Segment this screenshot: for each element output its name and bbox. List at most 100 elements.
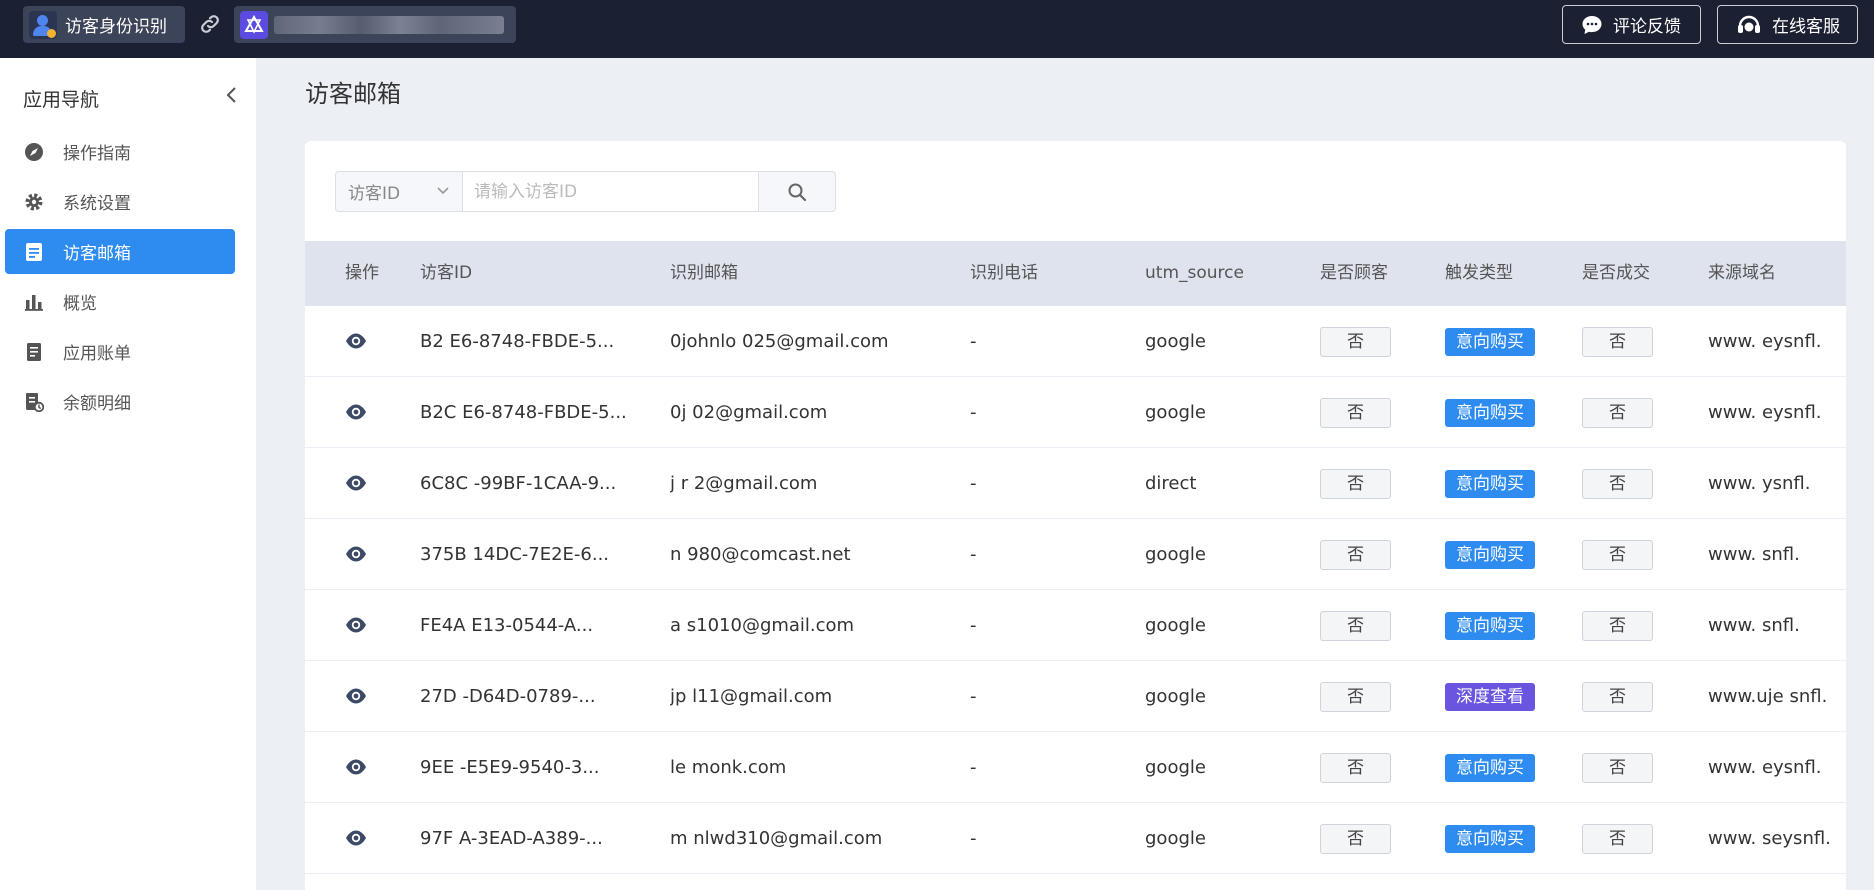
customer-badge: 否 <box>1320 753 1391 783</box>
customer-badge: 否 <box>1320 469 1391 499</box>
trigger-type-badge: 意向购买 <box>1445 541 1535 569</box>
comment-icon <box>1582 15 1602 34</box>
eye-icon[interactable] <box>345 758 367 776</box>
document-icon <box>23 241 45 263</box>
eye-icon[interactable] <box>345 616 367 634</box>
visitor-id-cell: FE4A E13-0544-A... <box>420 615 594 636</box>
visitor-id-cell: B2C E6-8748-FBDE-5... <box>420 402 627 423</box>
customer-badge: 否 <box>1320 682 1391 712</box>
sidebar: 应用导航 操作指南 系统设置 访客邮箱 概览 应用账单 余额明细 <box>0 58 256 890</box>
email-cell: n 980@comcast.net <box>670 544 851 565</box>
eye-icon[interactable] <box>345 687 367 705</box>
email-cell: 0j 02@gmail.com <box>670 402 828 423</box>
phone-cell: - <box>970 686 977 707</box>
column-header: 操作 <box>345 263 379 283</box>
chevron-down-icon <box>437 187 449 195</box>
sidebar-item-guide[interactable]: 操作指南 <box>5 129 235 174</box>
email-cell: jp l11@gmail.com <box>670 686 833 707</box>
eye-icon[interactable] <box>345 474 367 492</box>
deal-badge: 否 <box>1582 540 1653 570</box>
table-header: 操作 访客ID 识别邮箱 识别电话 utm_source 是否顾客 触发类型 是… <box>305 241 1846 306</box>
sidebar-item-label: 余额明细 <box>63 394 131 414</box>
sidebar-title: 应用导航 <box>23 89 100 111</box>
feedback-label: 评论反馈 <box>1613 17 1681 37</box>
source-domain-cell: www. ysnfl. <box>1708 473 1811 494</box>
utm-source-cell: google <box>1145 828 1206 849</box>
bill-icon <box>23 341 45 363</box>
eye-icon[interactable] <box>345 545 367 563</box>
source-domain-cell: www. seysnfl. <box>1708 828 1831 849</box>
phone-cell: - <box>970 402 977 423</box>
search-field-value: 访客ID <box>348 184 401 204</box>
table-row: FE4A E13-0544-A... a s1010@gmail.com - g… <box>305 590 1846 661</box>
column-header: 是否顾客 <box>1320 263 1388 283</box>
phone-cell: - <box>970 757 977 778</box>
table-body: B2 E6-8748-FBDE-5... 0johnlo 025@gmail.c… <box>305 306 1846 874</box>
utm-source-cell: google <box>1145 331 1206 352</box>
store-name-redacted <box>274 15 504 34</box>
visitor-id-cell: B2 E6-8748-FBDE-5... <box>420 331 615 352</box>
sidebar-item-visitor-email[interactable]: 访客邮箱 <box>5 229 235 274</box>
store-selector[interactable] <box>234 6 516 43</box>
visitor-id-cell: 6C8C -99BF-1CAA-9... <box>420 473 617 494</box>
utm-source-cell: direct <box>1145 473 1197 494</box>
deal-badge: 否 <box>1582 469 1653 499</box>
navigation-icon <box>23 141 45 163</box>
page-title: 访客邮箱 <box>305 80 401 108</box>
utm-source-cell: google <box>1145 686 1206 707</box>
deal-badge: 否 <box>1582 611 1653 641</box>
deal-badge: 否 <box>1582 824 1653 854</box>
gear-icon <box>23 191 45 213</box>
deal-badge: 否 <box>1582 753 1653 783</box>
sidebar-item-label: 操作指南 <box>63 144 131 164</box>
phone-cell: - <box>970 828 977 849</box>
source-domain-cell: www. snfl. <box>1708 615 1800 636</box>
customer-badge: 否 <box>1320 824 1391 854</box>
store-logo-icon <box>240 10 268 39</box>
online-service-button[interactable]: 在线客服 <box>1717 5 1858 44</box>
source-domain-cell: www. eysnfl. <box>1708 331 1822 352</box>
column-header: 触发类型 <box>1445 263 1513 283</box>
source-domain-cell: www.uje snfl. <box>1708 686 1828 707</box>
trigger-type-badge: 意向购买 <box>1445 754 1535 782</box>
phone-cell: - <box>970 331 977 352</box>
eye-icon[interactable] <box>345 403 367 421</box>
table-row: 9EE -E5E9-9540-3... le monk.com - google… <box>305 732 1846 803</box>
app-switcher[interactable]: 访客身份识别 <box>23 6 185 43</box>
column-header: 访客ID <box>420 263 473 283</box>
visitor-id-cell: 97F A-3EAD-A389-... <box>420 828 603 849</box>
email-cell: le monk.com <box>670 757 787 778</box>
table-row: 375B 14DC-7E2E-6... n 980@comcast.net - … <box>305 519 1846 590</box>
search-button[interactable] <box>759 171 836 212</box>
sidebar-item-bill[interactable]: 应用账单 <box>5 329 235 374</box>
sidebar-item-overview[interactable]: 概览 <box>5 279 235 324</box>
eye-icon[interactable] <box>345 829 367 847</box>
utm-source-cell: google <box>1145 615 1206 636</box>
visitor-id-cell: 375B 14DC-7E2E-6... <box>420 544 610 565</box>
utm-source-cell: google <box>1145 402 1206 423</box>
search-field-select[interactable]: 访客ID <box>335 171 462 212</box>
table-row: B2 E6-8748-FBDE-5... 0johnlo 025@gmail.c… <box>305 306 1846 377</box>
deal-badge: 否 <box>1582 682 1653 712</box>
utm-source-cell: google <box>1145 544 1206 565</box>
visitor-id-cell: 27D -D64D-0789-... <box>420 686 596 707</box>
sidebar-item-balance[interactable]: 余额明细 <box>5 379 235 424</box>
deal-badge: 否 <box>1582 327 1653 357</box>
column-header: 识别邮箱 <box>670 263 738 283</box>
feedback-button[interactable]: 评论反馈 <box>1562 5 1701 44</box>
sidebar-item-settings[interactable]: 系统设置 <box>5 179 235 224</box>
search-input[interactable] <box>462 171 759 212</box>
phone-cell: - <box>970 473 977 494</box>
sidebar-item-label: 概览 <box>63 294 97 314</box>
sidebar-item-label: 系统设置 <box>63 194 131 214</box>
collapse-sidebar-icon[interactable] <box>223 84 241 106</box>
visitor-email-card: 访客ID 操作 访客ID 识别邮箱 识别电话 utm_source 是否顾客 触… <box>305 141 1846 890</box>
trigger-type-badge: 意向购买 <box>1445 612 1535 640</box>
email-cell: a s1010@gmail.com <box>670 615 855 636</box>
table-row: 97F A-3EAD-A389-... m nlwd310@gmail.com … <box>305 803 1846 874</box>
eye-icon[interactable] <box>345 332 367 350</box>
trigger-type-badge: 意向购买 <box>1445 470 1535 498</box>
app-title: 访客身份识别 <box>65 17 167 37</box>
link-icon[interactable] <box>198 12 222 36</box>
column-header: utm_source <box>1145 263 1244 283</box>
